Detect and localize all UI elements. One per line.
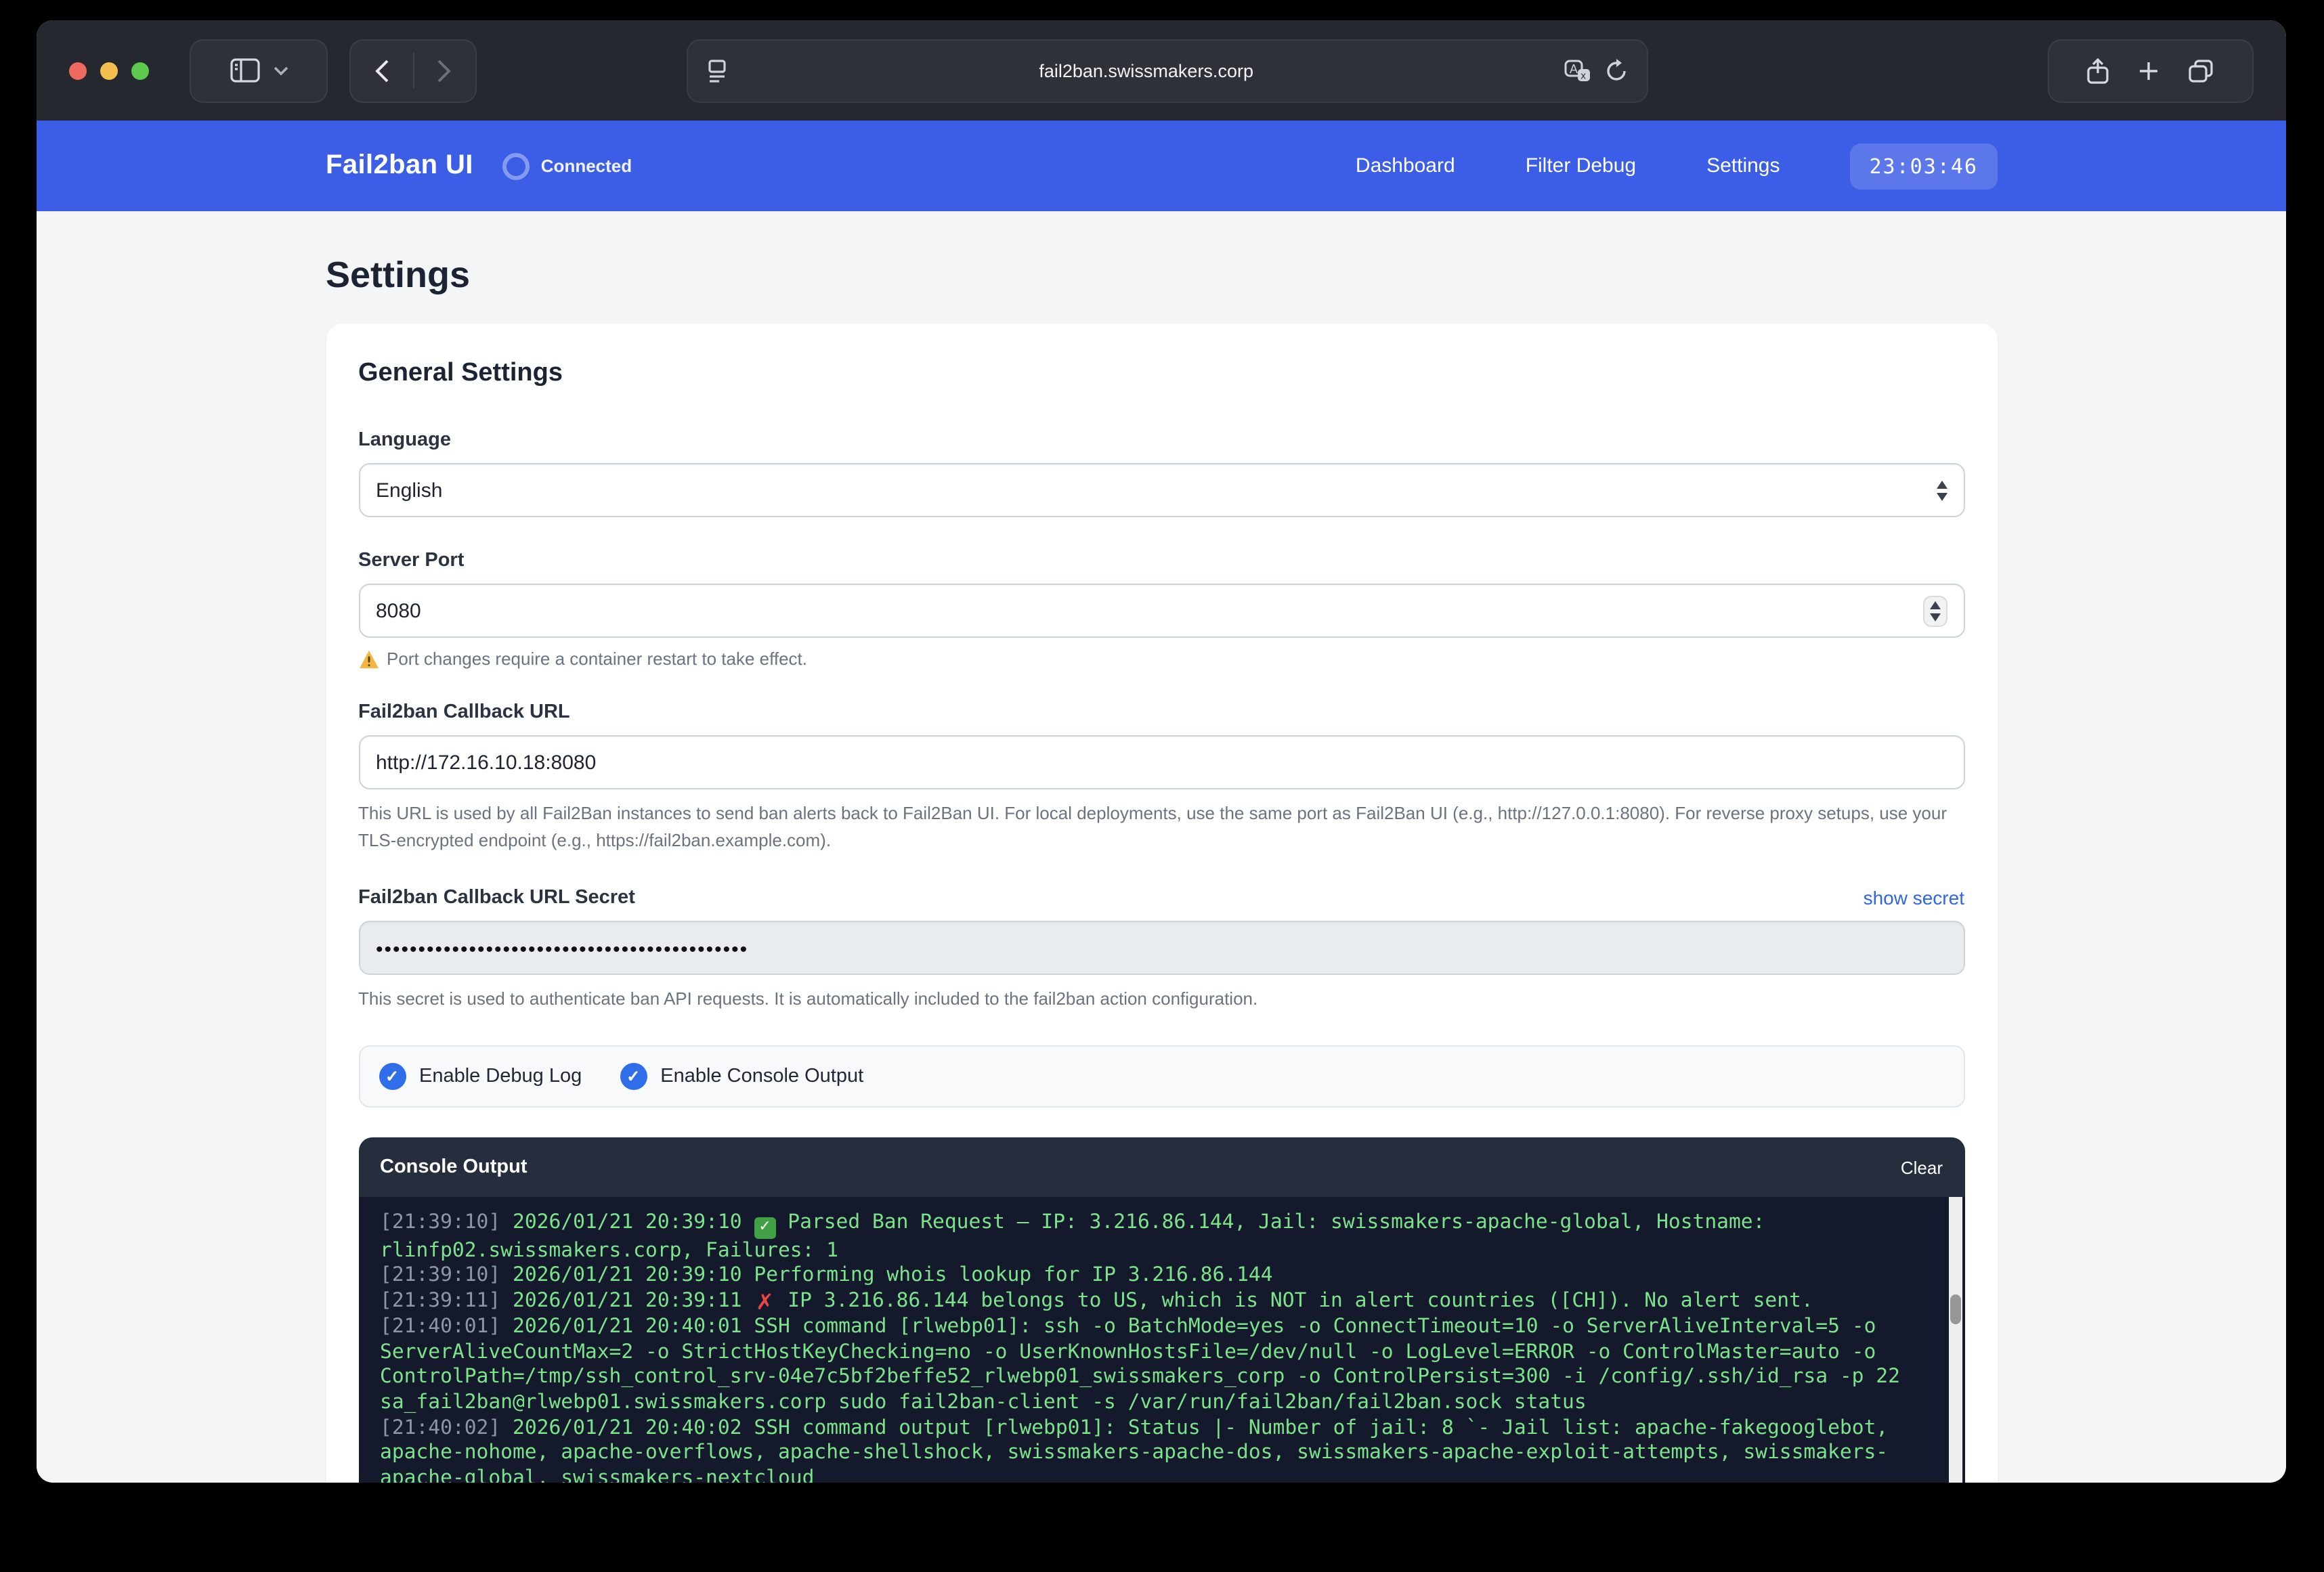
callback-url-section: Fail2ban Callback URL http://172.16.10.1…: [358, 701, 1964, 855]
warning-icon: [358, 649, 379, 668]
language-section: Language English: [358, 429, 1964, 517]
callback-url-input[interactable]: http://172.16.10.18:8080: [358, 735, 1964, 789]
debug-log-checkbox-item[interactable]: ✓ Enable Debug Log: [379, 1064, 582, 1091]
zoom-window-button[interactable]: [131, 62, 149, 79]
history-nav-buttons: [349, 39, 477, 102]
callback-url-label: Fail2ban Callback URL: [358, 701, 1964, 723]
close-window-button[interactable]: [69, 62, 87, 79]
log-entry: [21:39:10] 2026/01/21 20:39:10 Performin…: [380, 1264, 1928, 1289]
log-entry: [21:39:10] 2026/01/21 20:39:10 Parsed Ba…: [380, 1211, 1928, 1264]
console-scrollbar[interactable]: [1948, 1198, 1962, 1483]
card-title: General Settings: [358, 359, 1964, 389]
log-entry: [21:39:11] 2026/01/21 20:39:11 IP 3.216.…: [380, 1289, 1928, 1314]
console-panel: Console Output Clear [21:39:10] 2026/01/…: [358, 1138, 1964, 1483]
failure-icon: [754, 1292, 775, 1314]
nav-link-settings[interactable]: Settings: [1706, 154, 1780, 177]
language-label: Language: [358, 429, 1964, 451]
forward-button[interactable]: [414, 40, 475, 101]
nav-link-filter-debug[interactable]: Filter Debug: [1526, 154, 1636, 177]
debug-log-checkbox[interactable]: ✓: [379, 1064, 406, 1091]
clock-badge: 23:03:46: [1851, 143, 1998, 189]
clear-console-button[interactable]: Clear: [1901, 1158, 1943, 1178]
desktop: fail2ban.swissmakers.corp A x: [0, 0, 2324, 1572]
number-stepper[interactable]: [1922, 595, 1947, 626]
toolbar-right-buttons: [2048, 39, 2254, 102]
minimize-window-button[interactable]: [100, 62, 118, 79]
reload-icon[interactable]: [1606, 58, 1629, 83]
console-body[interactable]: [21:39:10] 2026/01/21 20:39:10 Parsed Ba…: [358, 1198, 1964, 1483]
sidebar-toggle-button[interactable]: [190, 39, 328, 102]
status-ring-icon: [503, 152, 530, 179]
tab-overview-icon[interactable]: [2189, 59, 2214, 82]
app-navbar: Fail2ban UI Connected Dashboard Filter D…: [37, 121, 2286, 211]
server-port-section: Server Port 8080: [358, 550, 1964, 669]
chevron-down-icon: [273, 66, 288, 75]
console-title: Console Output: [380, 1157, 528, 1179]
translate-icon[interactable]: A x: [1565, 59, 1592, 82]
url-text[interactable]: fail2ban.swissmakers.corp: [728, 60, 1565, 81]
language-select[interactable]: English: [358, 463, 1964, 517]
general-settings-card: General Settings Language English: [326, 324, 1997, 1483]
connection-status: Connected: [503, 152, 632, 179]
log-options-panel: ✓ Enable Debug Log ✓ Enable Console Outp…: [358, 1046, 1964, 1108]
back-button[interactable]: [351, 40, 412, 101]
status-label: Connected: [541, 156, 632, 176]
app-brand[interactable]: Fail2ban UI: [326, 150, 473, 181]
debug-log-label: Enable Debug Log: [419, 1066, 582, 1088]
callback-secret-help: This secret is used to authenticate ban …: [358, 986, 1964, 1013]
console-output-checkbox-item[interactable]: ✓ Enable Console Output: [620, 1064, 863, 1091]
new-tab-icon[interactable]: [2139, 60, 2159, 81]
address-bar[interactable]: fail2ban.swissmakers.corp A x: [687, 39, 1649, 102]
sidebar-icon: [230, 58, 259, 83]
log-entry: [21:40:02] 2026/01/21 20:40:02 SSH comma…: [380, 1416, 1928, 1483]
svg-text:x: x: [1581, 69, 1587, 81]
svg-text:A: A: [1570, 62, 1578, 75]
page-title: Settings: [326, 255, 1997, 297]
console-header: Console Output Clear: [358, 1138, 1964, 1198]
server-port-label: Server Port: [358, 550, 1964, 571]
console-output-checkbox[interactable]: ✓: [620, 1064, 647, 1091]
share-icon[interactable]: [2088, 58, 2109, 83]
console-scrollbar-thumb[interactable]: [1950, 1295, 1960, 1325]
reader-icon[interactable]: [708, 59, 728, 82]
callback-secret-input[interactable]: ••••••••••••••••••••••••••••••••••••••••…: [358, 921, 1964, 976]
select-chevrons-icon: [1936, 480, 1947, 500]
success-icon: [754, 1217, 775, 1239]
traffic-lights: [69, 62, 149, 79]
nav-link-dashboard[interactable]: Dashboard: [1356, 154, 1455, 177]
port-warning: Port changes require a container restart…: [358, 649, 1964, 669]
browser-titlebar: fail2ban.swissmakers.corp A x: [37, 20, 2286, 121]
show-secret-link[interactable]: show secret: [1864, 888, 1964, 909]
page-content: Settings General Settings Language Engli…: [37, 211, 2286, 1483]
console-output-label: Enable Console Output: [660, 1066, 863, 1088]
log-entry: [21:40:01] 2026/01/21 20:40:01 SSH comma…: [380, 1315, 1928, 1416]
browser-window: fail2ban.swissmakers.corp A x: [37, 20, 2286, 1483]
server-port-input[interactable]: 8080: [358, 584, 1964, 638]
callback-secret-label: Fail2ban Callback URL Secret: [358, 888, 635, 909]
callback-url-help: This URL is used by all Fail2Ban instanc…: [358, 800, 1964, 855]
callback-secret-section: Fail2ban Callback URL Secret show secret…: [358, 888, 1964, 1013]
